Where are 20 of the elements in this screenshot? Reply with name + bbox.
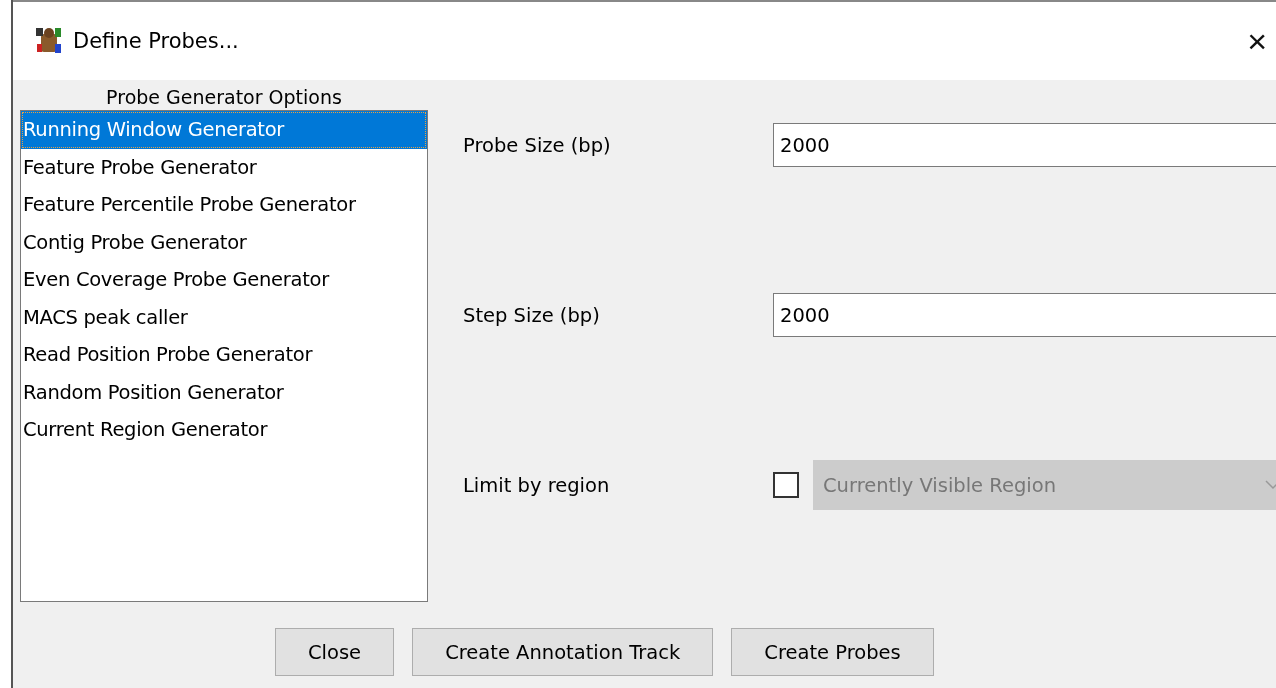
list-item[interactable]: Feature Percentile Probe Generator xyxy=(21,186,427,224)
input-field[interactable]: 2000 xyxy=(773,293,1276,337)
list-item[interactable]: MACS peak caller xyxy=(21,298,427,336)
list-heading: Probe Generator Options xyxy=(105,86,343,108)
list-item[interactable]: Read Position Probe Generator xyxy=(21,336,427,374)
list-item[interactable]: Random Position Generator xyxy=(21,373,427,411)
dialog-button[interactable]: Create Annotation Track xyxy=(412,628,714,676)
list-item[interactable]: Contig Probe Generator xyxy=(21,223,427,261)
dialog-button[interactable]: Create Probes xyxy=(731,628,934,676)
dialog-button[interactable]: Close xyxy=(275,628,395,676)
list-item[interactable]: Current Region Generator xyxy=(21,411,427,449)
close-button[interactable]: × xyxy=(1239,21,1275,61)
list-item[interactable]: Even Coverage Probe Generator xyxy=(21,261,427,299)
field-label: Step Size (bp) xyxy=(463,303,601,327)
input-field[interactable]: 2000 xyxy=(773,123,1276,167)
list-item[interactable]: Feature Probe Generator xyxy=(21,148,427,186)
field-label: Limit by region xyxy=(463,473,611,497)
list-item[interactable]: Running Window Generator xyxy=(21,111,427,149)
field-label: Probe Size (bp) xyxy=(463,133,612,157)
window-title: Define Probes... xyxy=(73,29,240,53)
